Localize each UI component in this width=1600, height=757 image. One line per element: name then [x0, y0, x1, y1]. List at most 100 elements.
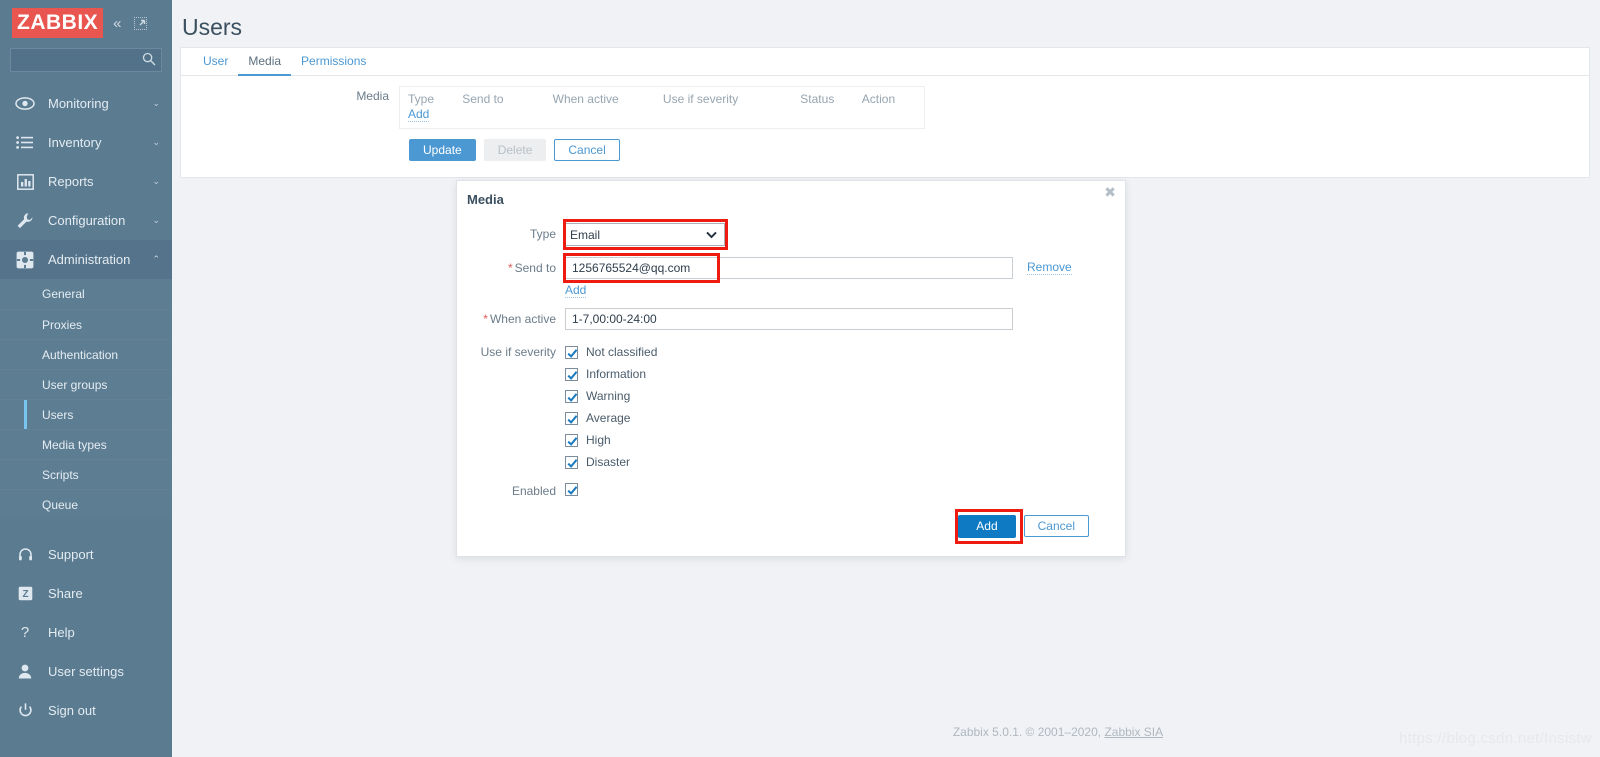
media-table-header: Type Send to When active Use if severity… — [400, 87, 924, 106]
severity-row-warning[interactable]: Warning — [565, 385, 1125, 407]
required-asterisk: * — [483, 312, 488, 326]
when-active-label: * When active — [457, 308, 565, 330]
enabled-label: Enabled — [511, 484, 556, 498]
send-to-field-wrap: Remove — [563, 253, 1125, 283]
close-icon[interactable]: ✖ — [1104, 185, 1116, 199]
sidebar-subitem-user-groups[interactable]: User groups — [0, 369, 172, 399]
checkbox-warning[interactable] — [565, 389, 578, 403]
sidebar-item-reports[interactable]: Reports ⌄ — [0, 162, 172, 201]
media-col-use-if-severity: Use if severity — [662, 92, 739, 106]
sidebar-subitem-label: Media types — [42, 437, 107, 452]
sidebar-item-label: Monitoring — [48, 96, 109, 111]
type-label: Type — [529, 227, 556, 241]
sidebar-subitem-general[interactable]: General — [0, 279, 172, 309]
sidebar-item-inventory[interactable]: Inventory ⌄ — [0, 123, 172, 162]
sidebar-subitem-proxies[interactable]: Proxies — [0, 309, 172, 339]
media-col-status: Status — [800, 92, 835, 106]
checkbox-not-classified[interactable] — [565, 345, 578, 359]
sidebar-item-support[interactable]: Support — [0, 535, 172, 574]
sidebar-item-administration[interactable]: Administration ⌃ — [0, 240, 172, 279]
chevron-up-icon: ⌃ — [152, 254, 160, 264]
media-field-label: Media — [356, 89, 389, 103]
severity-row-disaster[interactable]: Disaster — [565, 451, 1125, 473]
severity-label: Average — [586, 411, 631, 425]
sidebar-subitem-queue[interactable]: Queue — [0, 489, 172, 519]
sidebar-subitem-label: Queue — [42, 497, 79, 512]
checkbox-enabled[interactable] — [565, 483, 578, 496]
send-to-input[interactable] — [565, 257, 1013, 279]
media-col-type: Type — [408, 92, 435, 106]
sidebar-item-label: Sign out — [48, 703, 96, 718]
sidebar-subitem-label: Authentication — [42, 347, 119, 362]
severity-row-information[interactable]: Information — [565, 363, 1125, 385]
tab-bar: User Media Permissions — [181, 48, 1589, 76]
search-icon[interactable] — [142, 52, 156, 69]
checkbox-disaster[interactable] — [565, 455, 578, 469]
sidebar-item-label: Support — [48, 547, 94, 562]
required-asterisk: * — [507, 261, 513, 275]
svg-text:Z: Z — [22, 589, 28, 600]
modal-body: Type Email * Send to 1256765524@qq.com R… — [457, 217, 1125, 499]
question-mark-icon: ? — [20, 624, 30, 641]
sidebar-subitem-scripts[interactable]: Scripts — [0, 459, 172, 489]
sidebar-subitem-authentication[interactable]: Authentication — [0, 339, 172, 369]
chevron-down-icon: ⌄ — [152, 215, 160, 225]
severity-row-high[interactable]: High — [565, 429, 1125, 451]
sidebar-item-share[interactable]: Z Share — [0, 574, 172, 613]
tab-permissions[interactable]: Permissions — [291, 50, 376, 76]
send-to-remove-link[interactable]: Remove — [1027, 261, 1072, 275]
media-type-select[interactable]: Email — [565, 223, 725, 246]
update-button[interactable]: Update — [409, 139, 476, 161]
sidebar-subitem-media-types[interactable]: Media types — [0, 429, 172, 459]
person-icon — [14, 663, 36, 681]
sidebar-item-monitoring[interactable]: Monitoring ⌄ — [0, 84, 172, 123]
sidebar-footer-nav: Support Z Share ? Help User settings Sig… — [0, 535, 172, 730]
when-active-input[interactable] — [565, 308, 1013, 330]
checkbox-high[interactable] — [565, 433, 578, 447]
modal-header: Media ✖ — [457, 181, 1125, 217]
send-to-label-text: Send to — [514, 261, 556, 275]
media-table: Type Send to When active Use if severity… — [399, 86, 925, 129]
sidebar-item-label: User settings — [48, 664, 124, 679]
user-form-card: User Media Permissions Media Type Send t… — [180, 47, 1590, 178]
modal-cancel-button[interactable]: Cancel — [1023, 515, 1089, 537]
sidebar-item-help[interactable]: ? Help — [0, 613, 172, 652]
media-col-send-to: Send to — [462, 92, 504, 106]
media-col-action: Action — [861, 92, 896, 106]
sidebar-item-sign-out[interactable]: Sign out — [0, 691, 172, 730]
sidebar-subitem-users[interactable]: Users — [0, 399, 172, 429]
checkbox-average[interactable] — [565, 411, 578, 425]
severity-row-not-classified[interactable]: Not classified — [565, 341, 1125, 363]
checkbox-information[interactable] — [565, 367, 578, 381]
severity-row-average[interactable]: Average — [565, 407, 1125, 429]
sidebar: ZABBIX « Monitoring ⌄ Inventory ⌄ Report… — [0, 0, 172, 757]
tab-user[interactable]: User — [193, 50, 238, 76]
modal-row-when-active: * When active — [457, 308, 1125, 330]
tab-media[interactable]: Media — [238, 50, 292, 76]
sidebar-subitem-label: General — [42, 287, 85, 301]
severity-label: Warning — [586, 389, 631, 403]
when-active-field-wrap — [565, 308, 1125, 330]
modal-add-button[interactable]: Add — [958, 515, 1016, 538]
modal-row-enabled: Enabled — [457, 479, 1125, 499]
sidebar-subitem-label: Users — [42, 407, 74, 422]
gear-icon — [14, 251, 36, 269]
sidebar-header: ZABBIX « — [0, 0, 172, 46]
when-active-label-text: When active — [489, 312, 556, 326]
expand-arrow-icon[interactable] — [133, 16, 147, 30]
cancel-button[interactable]: Cancel — [554, 139, 620, 161]
send-to-add-link[interactable]: Add — [565, 284, 587, 298]
media-add-link[interactable]: Add — [408, 108, 430, 122]
search-box[interactable] — [10, 48, 172, 72]
sidebar-item-user-settings[interactable]: User settings — [0, 652, 172, 691]
sidebar-item-label: Configuration — [48, 213, 126, 228]
wrench-icon — [14, 212, 36, 230]
zabbix-logo[interactable]: ZABBIX — [12, 8, 104, 38]
chevron-double-left-icon[interactable]: « — [113, 16, 121, 31]
watermark: https://blog.csdn.net/Insistw — [1399, 730, 1592, 747]
media-form-body: Media Type Send to When active Use if se… — [181, 76, 1589, 177]
type-select-wrap[interactable]: Email — [565, 223, 725, 246]
eye-icon — [14, 95, 36, 113]
sidebar-item-configuration[interactable]: Configuration ⌄ — [0, 201, 172, 240]
footer-link[interactable]: Zabbix SIA — [1104, 725, 1163, 739]
